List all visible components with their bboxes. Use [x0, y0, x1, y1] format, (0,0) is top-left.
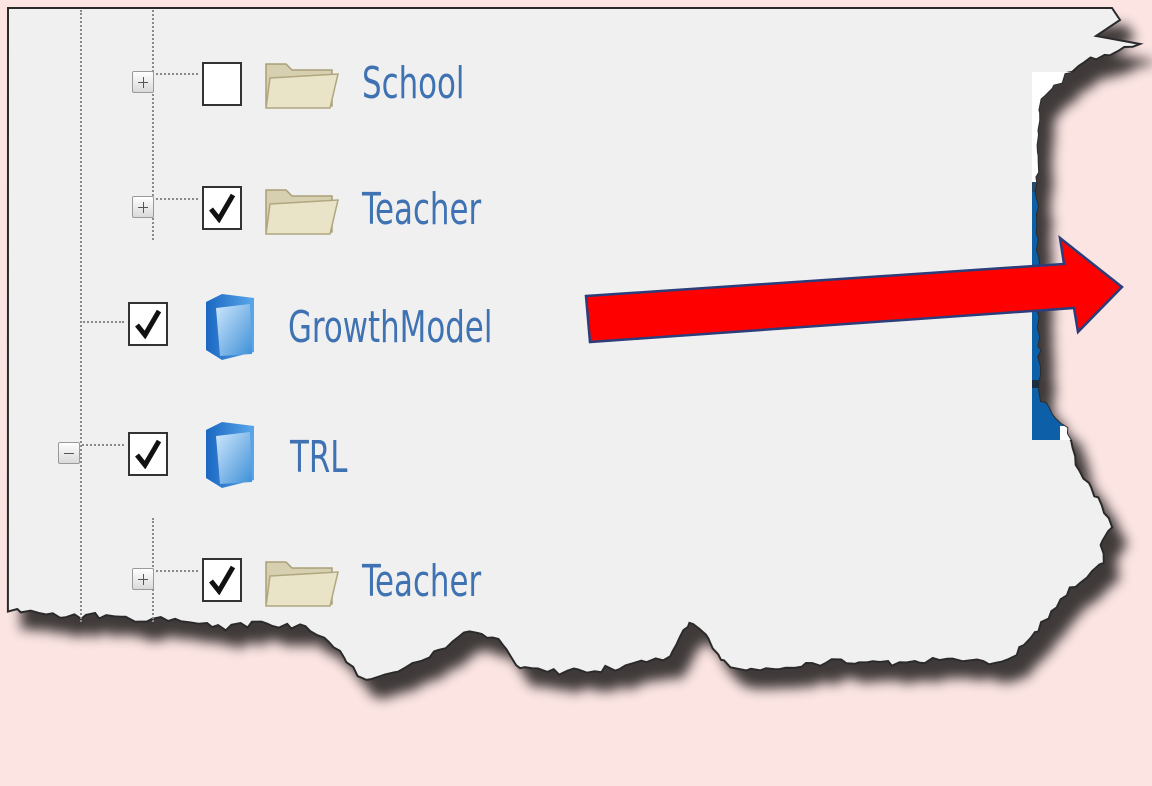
tree-guide-line — [156, 570, 198, 572]
torn-panel-graphic — [6, 7, 1144, 681]
tree-guide-line — [156, 73, 198, 75]
checkmark-icon — [209, 565, 236, 595]
node-checkbox[interactable] — [202, 186, 242, 230]
cube-icon — [206, 422, 254, 488]
folder-icon — [265, 189, 339, 235]
node-label: GrowthModel — [288, 302, 493, 353]
blue-button-fragment — [1032, 72, 1140, 440]
tree-node-teacher[interactable]: Teacher — [0, 548, 520, 612]
node-checkbox[interactable] — [202, 558, 242, 602]
tree-node-teacher[interactable]: Teacher — [0, 176, 520, 240]
node-checkbox[interactable] — [128, 302, 168, 346]
tree-node-growthmodel[interactable]: GrowthModel — [0, 294, 580, 364]
folder-icon — [265, 561, 339, 607]
node-checkbox[interactable] — [128, 432, 168, 476]
checkmark-icon — [135, 309, 162, 339]
collapse-toggle[interactable] — [58, 442, 80, 464]
screenshot-stage: School Teacher GrowthModel TRL Teacher — [0, 0, 1152, 786]
node-label: Teacher — [362, 556, 482, 607]
node-label: School — [362, 58, 465, 109]
cube-icon — [206, 294, 254, 360]
tree-node-school[interactable]: School — [0, 52, 520, 116]
expand-toggle[interactable] — [132, 568, 154, 590]
checkmark-icon — [135, 439, 162, 469]
folder-icon — [265, 63, 339, 109]
node-label: TRL — [290, 432, 348, 483]
checkmark-icon — [209, 193, 236, 223]
node-label: Teacher — [362, 184, 482, 235]
expand-toggle[interactable] — [132, 71, 154, 93]
tree-guide-line — [82, 444, 124, 446]
tree-node-trl[interactable]: TRL — [0, 422, 520, 488]
tree-guide-line — [156, 198, 198, 200]
expand-toggle[interactable] — [132, 196, 154, 218]
node-checkbox[interactable] — [202, 62, 242, 106]
